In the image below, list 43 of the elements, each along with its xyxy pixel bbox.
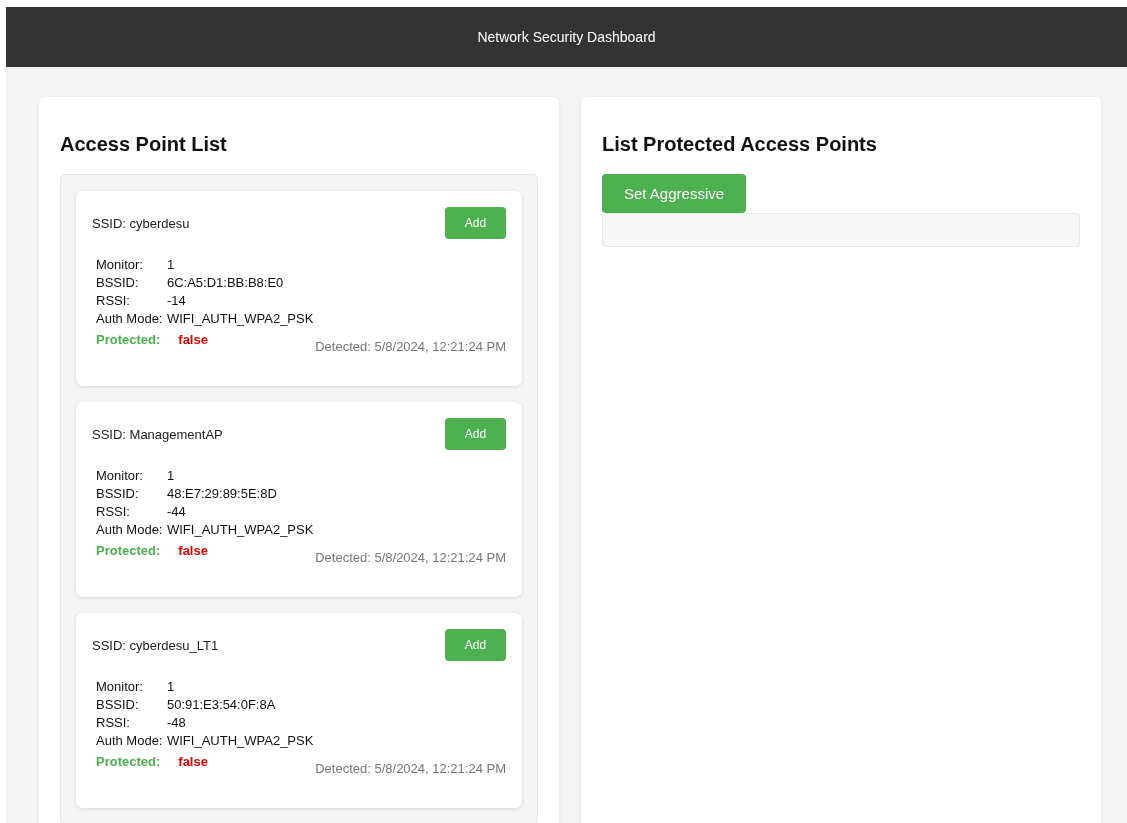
detected-time: Detected: 5/8/2024, 12:21:24 PM xyxy=(315,339,506,354)
protected-value: false xyxy=(178,543,208,558)
field-label: Monitor: xyxy=(96,468,144,483)
ssid-label: SSID: cyberdesu_LT1 xyxy=(92,637,219,653)
field-value: -14 xyxy=(166,293,187,308)
detected-time: Detected: 5/8/2024, 12:21:24 PM xyxy=(315,550,506,565)
field-label: Monitor: xyxy=(96,257,144,272)
field-value: 50:91:E3:54:0F:8A xyxy=(166,697,277,712)
field-label: Auth Mode: xyxy=(96,733,163,748)
add-button[interactable]: Add xyxy=(445,418,506,450)
add-button[interactable]: Add xyxy=(445,207,506,239)
field-value: -44 xyxy=(166,504,187,519)
field-label: Auth Mode: xyxy=(96,522,163,537)
panel-title: List Protected Access Points xyxy=(602,133,878,156)
field-label: RSSI: xyxy=(96,504,131,519)
field-label: RSSI: xyxy=(96,715,131,730)
protected-label: Protected: xyxy=(96,332,161,347)
protected-label: Protected: xyxy=(96,754,161,769)
ssid-label: SSID: ManagementAP xyxy=(92,426,223,442)
ssid-label: SSID: cyberdesu xyxy=(92,215,190,231)
field-value: WIFI_AUTH_WPA2_PSK xyxy=(166,522,315,537)
field-value: -48 xyxy=(166,715,187,730)
field-label: BSSID: xyxy=(96,486,140,501)
field-label: BSSID: xyxy=(96,697,140,712)
dashboard-title: Network Security Dashboard xyxy=(477,29,656,45)
field-label: Auth Mode: xyxy=(96,311,163,326)
set-aggressive-button[interactable]: Set Aggressive xyxy=(602,174,747,213)
field-value: 6C:A5:D1:BB:B8:E0 xyxy=(166,275,285,290)
field-label: RSSI: xyxy=(96,293,131,308)
protected-value: false xyxy=(178,332,208,347)
add-button[interactable]: Add xyxy=(445,629,506,661)
field-value: WIFI_AUTH_WPA2_PSK xyxy=(166,733,315,748)
field-label: Monitor: xyxy=(96,679,144,694)
detected-time: Detected: 5/8/2024, 12:21:24 PM xyxy=(315,761,506,776)
protected-label: Protected: xyxy=(96,543,161,558)
field-label: BSSID: xyxy=(96,275,140,290)
field-value: 1 xyxy=(166,468,176,483)
field-value: 1 xyxy=(166,679,176,694)
panel-title: Access Point List xyxy=(60,133,228,156)
field-value: 48:E7:29:89:5E:8D xyxy=(166,486,278,501)
protected-value: false xyxy=(178,754,208,769)
field-value: 1 xyxy=(166,257,176,272)
field-value: WIFI_AUTH_WPA2_PSK xyxy=(166,311,315,326)
